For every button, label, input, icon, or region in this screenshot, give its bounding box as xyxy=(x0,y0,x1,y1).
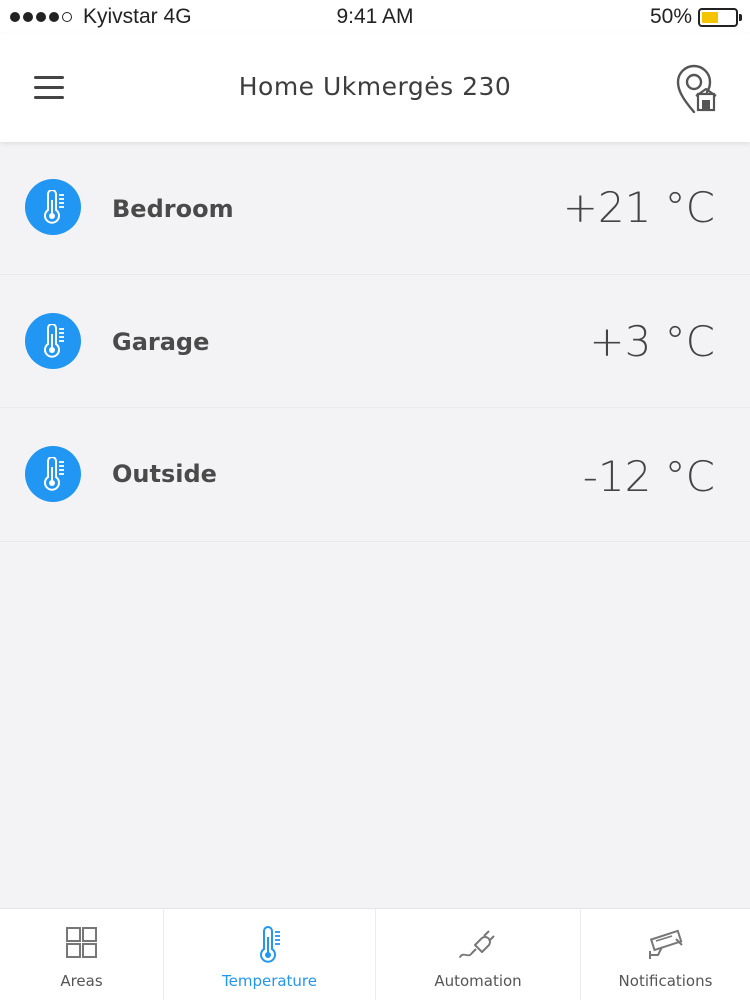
sensor-name: Outside xyxy=(112,460,217,488)
status-bar: Kyivstar 4G 9:41 AM 50% xyxy=(0,0,750,34)
sensor-row-outside[interactable]: Outside -12 °C xyxy=(0,410,750,542)
grid-icon xyxy=(62,925,102,965)
battery-fill xyxy=(702,11,718,23)
page-title: Home Ukmergės 230 xyxy=(238,72,512,101)
sensor-name: Garage xyxy=(112,328,210,356)
thermometer-icon xyxy=(25,179,81,235)
sensor-row-bedroom[interactable]: Bedroom +21 °C xyxy=(0,143,750,275)
sensor-value: +21 °C xyxy=(562,183,715,232)
sensor-row-garage[interactable]: Garage +3 °C xyxy=(0,276,750,408)
thermometer-icon xyxy=(25,446,81,502)
tab-temperature[interactable]: Temperature xyxy=(164,909,376,1000)
tab-label: Automation xyxy=(434,972,522,990)
status-time: 9:41 AM xyxy=(336,5,414,28)
thermometer-icon xyxy=(25,313,81,369)
location-pin-building-icon[interactable] xyxy=(674,62,720,116)
tab-automation[interactable]: Automation xyxy=(376,909,581,1000)
security-camera-icon xyxy=(646,925,686,965)
tab-notifications[interactable]: Notifications xyxy=(581,909,750,1000)
app-header: Home Ukmergės 230 xyxy=(0,34,750,142)
battery-percent: 50% xyxy=(649,5,692,28)
tab-areas[interactable]: Areas xyxy=(0,909,164,1000)
thermometer-icon xyxy=(250,925,290,965)
tab-label: Temperature xyxy=(221,972,318,990)
tab-label: Areas xyxy=(60,972,103,990)
battery-icon xyxy=(698,7,742,27)
sensor-value: +3 °C xyxy=(589,317,715,366)
sensor-value: -12 °C xyxy=(582,452,715,501)
status-right: 50% xyxy=(649,5,742,29)
plug-icon xyxy=(458,925,498,965)
tab-label: Notifications xyxy=(618,972,713,990)
sensor-name: Bedroom xyxy=(112,195,234,223)
tab-bar: Areas Temperature Automation Notificatio… xyxy=(0,908,750,1000)
